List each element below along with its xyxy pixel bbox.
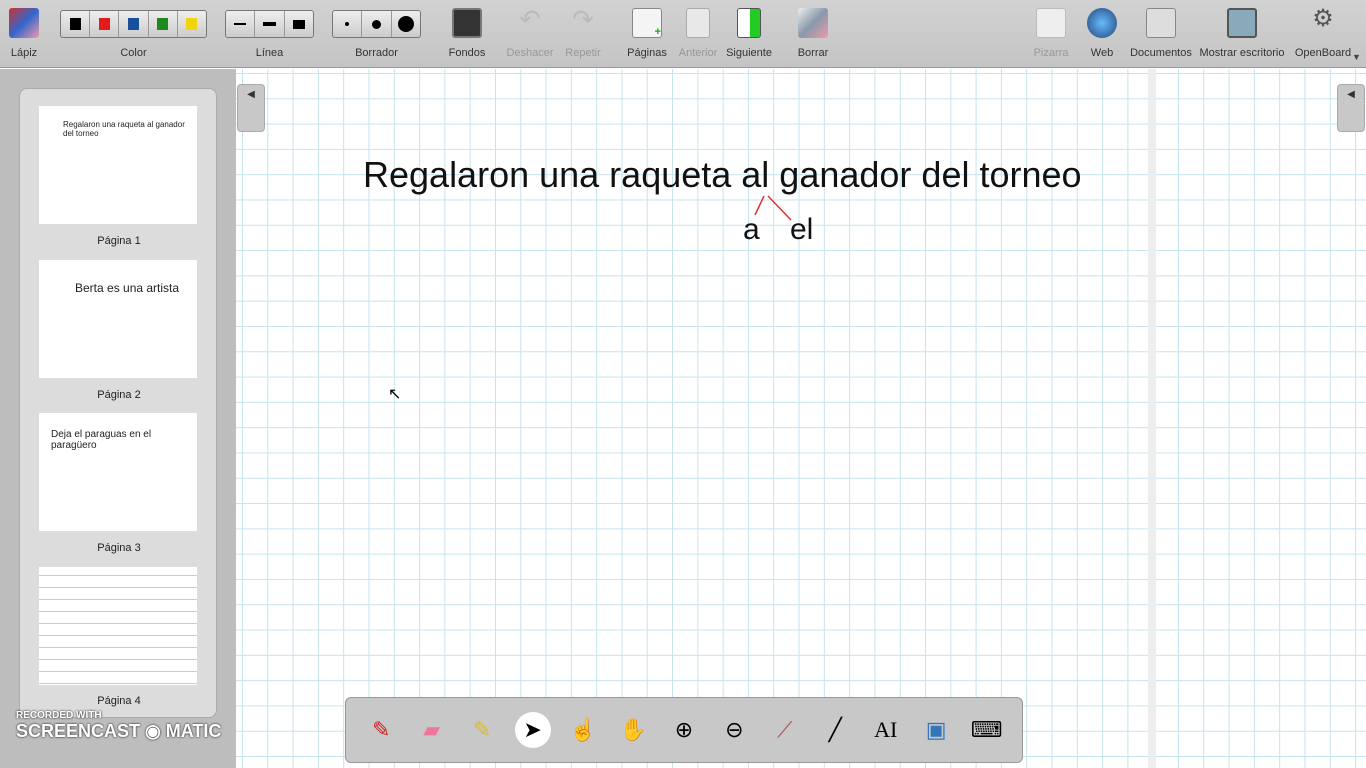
mouse-cursor-icon: ↖ <box>388 386 402 403</box>
keyboard-icon[interactable]: ⌨ <box>969 712 1005 748</box>
page-label-4: Página 4 <box>97 695 141 707</box>
eraser-tool-icon[interactable]: ▰ <box>414 712 450 748</box>
undo-button[interactable]: ↶ Deshacer <box>505 0 555 68</box>
selector-tool-icon[interactable]: ➤ <box>514 712 551 748</box>
screencast-watermark: RECORDED WITH SCREENCAST ◉ MATIC <box>16 710 222 741</box>
show-desktop-button[interactable]: Mostrar escritorio <box>1197 0 1287 68</box>
color-yellow[interactable] <box>178 11 206 37</box>
previous-page-icon <box>686 8 710 38</box>
page-label-1: Página 1 <box>97 235 141 247</box>
sentence-text[interactable]: Regalaron una raqueta al ganador del tor… <box>363 154 1082 196</box>
tools-palette: ✎ ▰ ✎ ➤ ☝ ✋ ⊕ ⊖ ⟋ ╱ AI ▣ ⌨ <box>345 697 1023 763</box>
previous-page-button[interactable]: Anterior <box>673 0 723 68</box>
color-red[interactable] <box>90 11 120 37</box>
monitor-icon <box>1227 8 1257 38</box>
zoom-out-icon[interactable]: ⊖ <box>716 712 752 748</box>
openboard-menu-button[interactable]: ⚙ OpenBoard <box>1290 0 1356 68</box>
line-group: Línea <box>225 0 314 68</box>
clear-board-icon <box>798 8 828 38</box>
zoom-in-icon[interactable]: ⊕ <box>666 712 702 748</box>
line-tool-icon[interactable]: ╱ <box>817 712 853 748</box>
add-page-icon: + <box>632 8 662 38</box>
redo-icon: ↷ <box>572 4 594 34</box>
color-green[interactable] <box>149 11 178 37</box>
text-tool-icon[interactable]: AI <box>868 712 904 748</box>
grid-background-icon <box>452 8 482 38</box>
hand-tool-icon[interactable]: ✋ <box>615 712 651 748</box>
board-icon <box>1036 8 1066 38</box>
redo-button[interactable]: ↷ Repetir <box>558 0 608 68</box>
pencil-icon <box>9 8 39 38</box>
line-medium[interactable] <box>255 11 285 37</box>
color-group: Color <box>60 0 207 68</box>
page-edge <box>1148 69 1156 768</box>
eraser-medium[interactable] <box>362 11 392 37</box>
pages-button[interactable]: + Páginas <box>622 0 672 68</box>
next-page-button[interactable]: Siguiente <box>722 0 776 68</box>
line-thick[interactable] <box>285 11 313 37</box>
next-page-icon <box>737 8 761 38</box>
split-word-a[interactable]: a <box>743 213 760 247</box>
globe-icon <box>1087 8 1117 38</box>
collapse-left-panel-handle[interactable]: ◀ <box>237 84 265 132</box>
page-thumbnail-1[interactable]: Regalaron una raqueta al ganador del tor… <box>38 105 198 225</box>
page-label-2: Página 2 <box>97 389 141 401</box>
highlighter-tool-icon[interactable]: ✎ <box>464 712 500 748</box>
page-thumbnail-2[interactable]: Berta es una artista <box>38 259 198 379</box>
eraser-group: Borrador <box>332 0 421 68</box>
line-thin[interactable] <box>226 11 256 37</box>
split-word-el[interactable]: el <box>790 213 813 247</box>
chevron-down-icon[interactable]: ▼ <box>1352 52 1361 62</box>
pencil-button[interactable]: Lápiz <box>0 0 48 68</box>
backgrounds-button[interactable]: Fondos <box>442 0 492 68</box>
eraser-large[interactable] <box>392 11 420 37</box>
gear-icon: ⚙ <box>1312 5 1334 32</box>
capture-tool-icon[interactable]: ▣ <box>918 712 954 748</box>
undo-icon: ↶ <box>519 4 541 34</box>
clear-button[interactable]: Borrar <box>788 0 838 68</box>
page-thumbnail-3[interactable]: Deja el paraguas en el paragüero <box>38 412 198 532</box>
web-button[interactable]: Web <box>1077 0 1127 68</box>
interact-tool-icon[interactable]: ☝ <box>565 712 601 748</box>
eraser-small[interactable] <box>333 11 363 37</box>
page-thumbnail-4[interactable] <box>38 566 198 686</box>
color-blue[interactable] <box>119 11 149 37</box>
pen-tool-icon[interactable]: ✎ <box>363 712 399 748</box>
board-button[interactable]: Pizarra <box>1026 0 1076 68</box>
color-black[interactable] <box>61 11 91 37</box>
laser-pointer-icon[interactable]: ⟋ <box>767 712 803 748</box>
folder-icon <box>1146 8 1176 38</box>
main-toolbar: Lápiz Color Línea Borrador Fondos ↶ Desha… <box>0 0 1366 68</box>
collapse-right-panel-handle[interactable]: ◀ <box>1337 84 1365 132</box>
page-label-3: Página 3 <box>97 542 141 554</box>
documents-button[interactable]: Documentos <box>1128 0 1194 68</box>
page-thumbnails: Regalaron una raqueta al ganador del tor… <box>19 88 217 718</box>
